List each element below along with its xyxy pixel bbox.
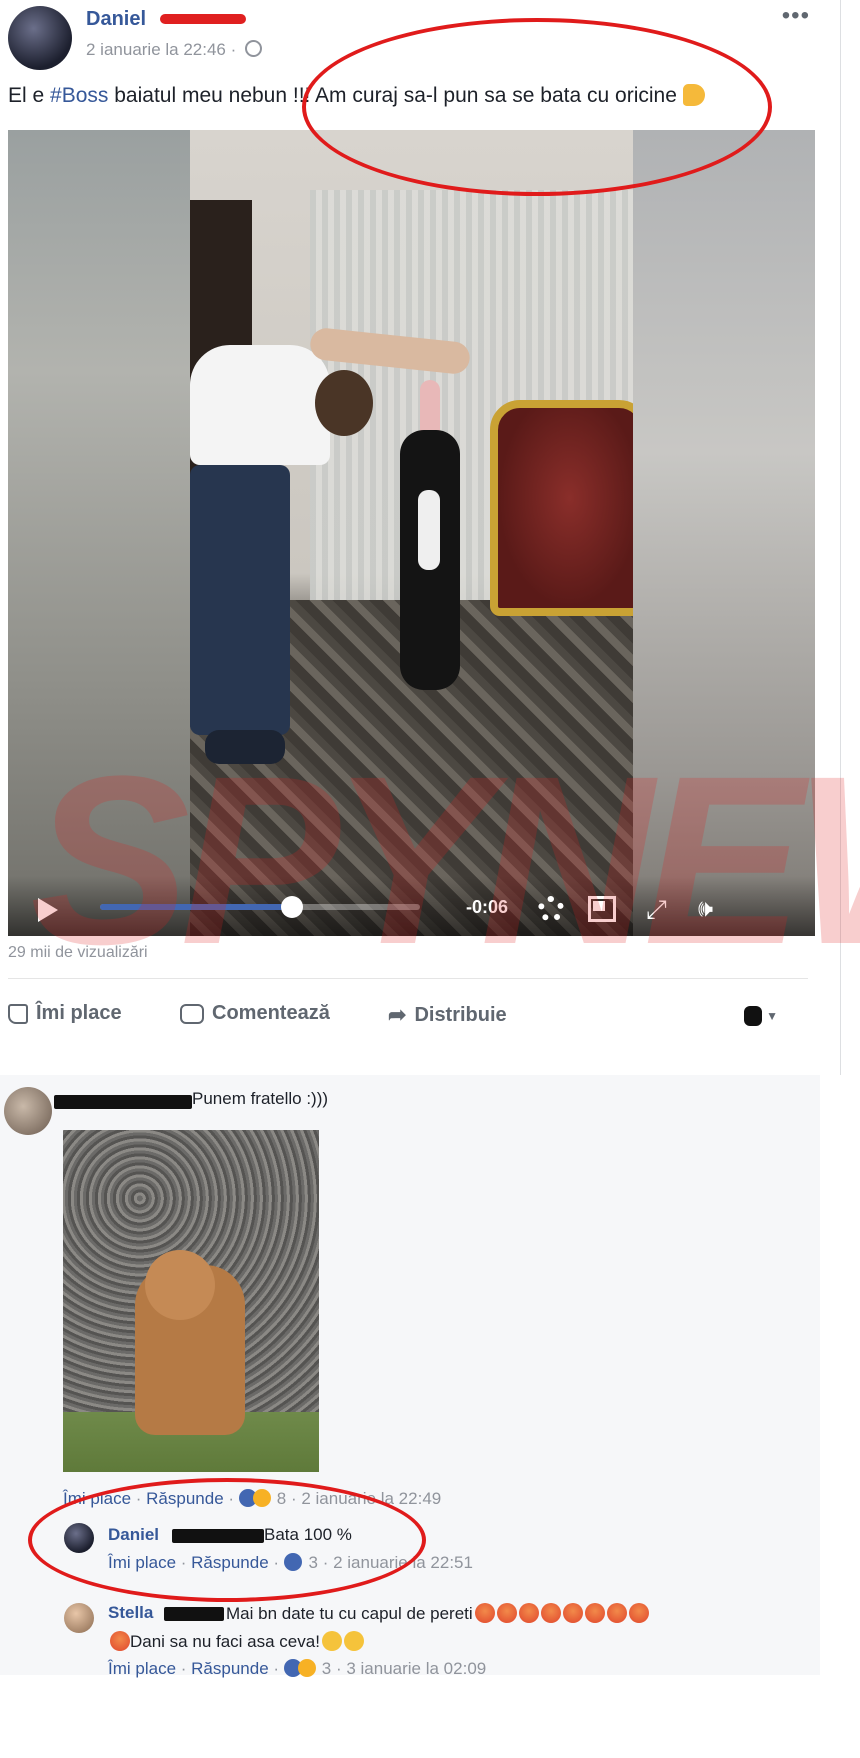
view-count: 29 mii de vizualizări	[8, 944, 148, 961]
share-label: Distribuie	[414, 1003, 507, 1026]
comments-section: Punem fratello :))) Îmi place · Răspunde…	[0, 1075, 820, 1678]
progress-fill	[100, 904, 292, 910]
reaction-count[interactable]: 3	[309, 1553, 318, 1572]
video-blur-right	[633, 130, 815, 936]
angry-emoji-icon	[474, 1603, 495, 1623]
more-options-icon[interactable]: •••	[782, 2, 810, 30]
angry-emoji-icon	[584, 1603, 605, 1623]
reply-meta: Îmi place · Răspunde · 3 · 3 ianuarie la…	[108, 1659, 487, 1678]
fullscreen-icon[interactable]: ⤢	[646, 896, 667, 922]
author-avatar[interactable]	[8, 6, 72, 70]
reply-reply-link[interactable]: Răspunde	[191, 1659, 269, 1678]
thumbs-up-icon	[8, 1003, 28, 1024]
video-progress-bar[interactable]	[100, 896, 420, 918]
volume-icon[interactable]: 🕪	[698, 896, 713, 922]
globe-icon	[245, 40, 263, 57]
reply-reply-link[interactable]: Răspunde	[191, 1553, 269, 1572]
video-controls: -0:06 ⤢ 🕪	[8, 876, 815, 936]
reply-text: Daniel	[108, 1525, 159, 1545]
flexed-biceps-emoji-icon	[682, 84, 705, 106]
reaction-count[interactable]: 3	[322, 1659, 331, 1678]
wow-reaction-icon	[252, 1489, 271, 1507]
reply-author[interactable]: Daniel	[108, 1525, 159, 1544]
reply-like-link[interactable]: Îmi place	[108, 1659, 176, 1678]
gear-icon[interactable]	[538, 896, 564, 922]
reply-body: Mai bn date tu cu capul de pereti	[226, 1603, 649, 1624]
comment-meta: Îmi place · Răspunde · 8 · 2 ianuarie la…	[63, 1489, 442, 1508]
profile-icon	[744, 1006, 763, 1026]
angry-emoji-icon	[518, 1603, 539, 1623]
comment-date[interactable]: 2 ianuarie la 22:49	[301, 1489, 441, 1508]
post-actions: Îmi place Comentează ➦ Distribuie ▼	[8, 1002, 808, 1032]
angry-emoji-icon	[540, 1603, 561, 1623]
comment-text: Punem fratello :)))	[192, 1089, 329, 1108]
reply-body: Bata 100 %	[264, 1525, 352, 1544]
man-shirt	[190, 345, 330, 465]
video-blur-left	[8, 130, 190, 936]
picture-in-picture-icon[interactable]	[588, 896, 616, 922]
post-text: El e #Boss baiatul meu nebun !!! Am cura…	[8, 84, 705, 108]
progress-handle[interactable]	[281, 896, 303, 918]
comment-button[interactable]: Comentează	[180, 1002, 330, 1025]
reply-meta: Îmi place · Răspunde · 3 · 2 ianuarie la…	[108, 1553, 473, 1572]
reply-text: Stella	[108, 1603, 153, 1623]
name-redaction	[172, 1529, 264, 1543]
comment-reply-link[interactable]: Răspunde	[146, 1489, 224, 1508]
name-redaction	[164, 1607, 224, 1621]
video-player[interactable]: -0:06 ⤢ 🕪	[8, 130, 815, 936]
angry-emoji-icon	[496, 1603, 517, 1623]
comment-like-link[interactable]: Îmi place	[63, 1489, 131, 1508]
reply-avatar[interactable]	[64, 1603, 94, 1633]
like-label: Îmi place	[36, 1002, 122, 1024]
man-legs	[190, 465, 290, 735]
comment-icon	[180, 1003, 204, 1024]
haha-reaction-icon	[297, 1659, 316, 1677]
commenter-avatar[interactable]	[4, 1087, 52, 1135]
reply-date[interactable]: 3 ianuarie la 02:09	[346, 1659, 486, 1678]
reaction-count[interactable]: 8	[277, 1489, 286, 1508]
man-shoe	[205, 730, 285, 764]
play-icon[interactable]	[38, 898, 58, 922]
reply-body-line2: Dani sa nu faci asa ceva!	[108, 1631, 364, 1652]
angry-emoji-icon	[628, 1603, 649, 1623]
reply-date[interactable]: 2 ianuarie la 22:51	[333, 1553, 473, 1572]
like-reaction-icon	[283, 1553, 302, 1571]
angry-emoji-icon	[562, 1603, 583, 1623]
post-timestamp[interactable]: 2 ianuarie la 22:46 ·	[86, 40, 263, 60]
share-icon: ➦	[388, 1002, 407, 1027]
armchair	[490, 400, 649, 616]
unamused-emoji-icon	[343, 1631, 364, 1651]
hashtag-link[interactable]: #Boss	[50, 84, 108, 107]
name-redaction	[54, 1095, 192, 1109]
reply-author[interactable]: Stella	[108, 1603, 153, 1622]
divider	[8, 978, 808, 979]
share-button[interactable]: ➦ Distribuie	[388, 1002, 507, 1028]
author-name[interactable]: Daniel	[86, 8, 146, 31]
man-head	[315, 370, 373, 436]
like-button[interactable]: Îmi place	[8, 1002, 122, 1025]
angry-emoji-icon	[606, 1603, 627, 1623]
reply-like-link[interactable]: Îmi place	[108, 1553, 176, 1572]
audience-selector[interactable]: ▼	[744, 1006, 778, 1026]
dog-head	[145, 1250, 215, 1320]
video-frame	[190, 130, 649, 936]
time-remaining: -0:06	[466, 897, 509, 917]
comment-photo[interactable]	[63, 1130, 319, 1472]
facebook-post: Daniel 2 ianuarie la 22:46 · ••• El e #B…	[0, 0, 841, 1075]
chevron-down-icon: ▼	[766, 1009, 778, 1023]
name-redaction	[160, 14, 246, 24]
dog-chest	[418, 490, 440, 570]
comment-label: Comentează	[212, 1002, 330, 1024]
angry-emoji-icon	[110, 1631, 130, 1651]
reply-avatar[interactable]	[64, 1523, 94, 1553]
unamused-emoji-icon	[321, 1631, 342, 1651]
